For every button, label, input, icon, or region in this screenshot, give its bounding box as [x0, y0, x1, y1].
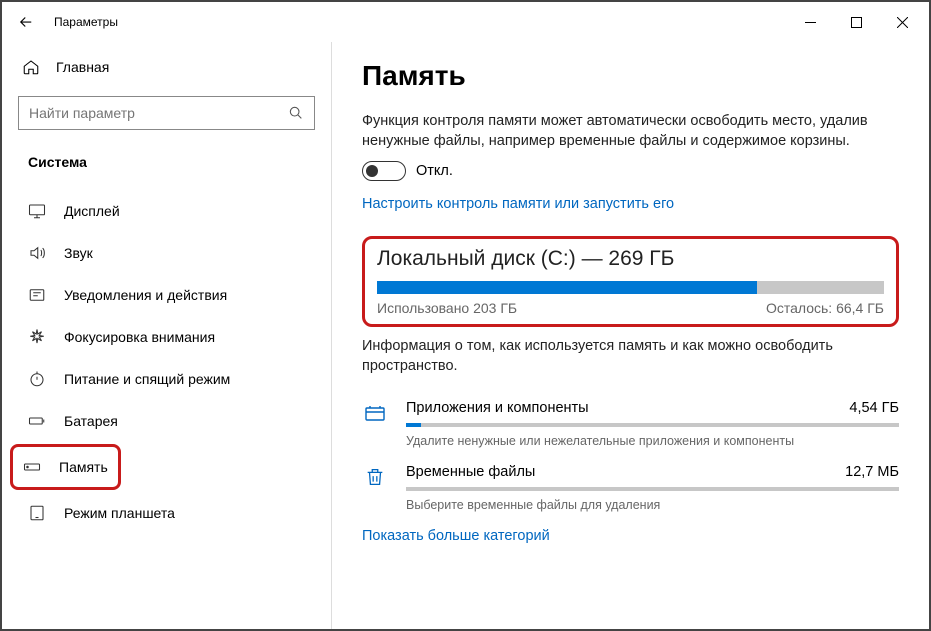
- section-title: Система: [10, 148, 323, 190]
- disk-title: Локальный диск (C:) — 269 ГБ: [377, 247, 884, 271]
- category-bar: [406, 487, 899, 491]
- category-desc: Выберите временные файлы для удаления: [406, 498, 899, 512]
- sidebar-item-tablet[interactable]: Режим планшета: [10, 492, 323, 534]
- category-desc: Удалите ненужные или нежелательные прило…: [406, 434, 899, 448]
- home-label: Главная: [56, 59, 109, 75]
- category-name: Временные файлы: [406, 464, 535, 480]
- sidebar-item-label: Уведомления и действия: [64, 287, 227, 303]
- sidebar-highlight: Память: [10, 444, 121, 490]
- sidebar-item-label: Режим планшета: [64, 505, 175, 521]
- sidebar-item-battery[interactable]: Батарея: [10, 400, 323, 442]
- sound-icon: [28, 244, 46, 262]
- trash-icon: [362, 464, 388, 512]
- maximize-button[interactable]: [833, 6, 879, 38]
- sidebar-item-label: Звук: [64, 245, 93, 261]
- battery-icon: [28, 412, 46, 430]
- disk-usage-fill: [377, 281, 757, 294]
- sidebar-item-label: Питание и спящий режим: [64, 371, 230, 387]
- storage-sense-toggle[interactable]: [362, 161, 406, 181]
- disk-used-label: Использовано 203 ГБ: [377, 300, 517, 316]
- configure-link[interactable]: Настроить контроль памяти или запустить …: [362, 196, 674, 212]
- sidebar-item-notifications[interactable]: Уведомления и действия: [10, 274, 323, 316]
- category-apps[interactable]: Приложения и компоненты 4,54 ГБ Удалите …: [362, 394, 899, 458]
- category-size: 12,7 МБ: [845, 464, 899, 480]
- category-bar: [406, 423, 899, 427]
- focus-icon: [28, 328, 46, 346]
- sidebar-item-label: Фокусировка внимания: [64, 329, 215, 345]
- sidebar-item-display[interactable]: Дисплей: [10, 190, 323, 232]
- sidebar-item-label: Дисплей: [64, 203, 120, 219]
- window-title: Параметры: [54, 15, 118, 29]
- toggle-label: Откл.: [416, 163, 453, 179]
- sidebar-item-label: Батарея: [64, 413, 118, 429]
- sidebar-item-focus[interactable]: Фокусировка внимания: [10, 316, 323, 358]
- page-title: Память: [362, 60, 899, 92]
- sidebar-item-power[interactable]: Питание и спящий режим: [10, 358, 323, 400]
- home-nav[interactable]: Главная: [10, 50, 323, 84]
- disk-left-label: Осталось: 66,4 ГБ: [766, 300, 884, 316]
- tablet-icon: [28, 504, 46, 522]
- display-icon: [28, 202, 46, 220]
- sidebar-item-label[interactable]: Память: [59, 449, 108, 485]
- search-input[interactable]: [29, 105, 288, 121]
- notifications-icon: [28, 286, 46, 304]
- search-box[interactable]: [18, 96, 315, 130]
- more-categories-link[interactable]: Показать больше категорий: [362, 528, 550, 544]
- sidebar-item-sound[interactable]: Звук: [10, 232, 323, 274]
- storage-icon: [23, 458, 41, 476]
- category-temp[interactable]: Временные файлы 12,7 МБ Выберите временн…: [362, 458, 899, 522]
- storage-sense-description: Функция контроля памяти может автоматиче…: [362, 112, 882, 151]
- search-icon: [288, 105, 304, 121]
- apps-icon: [362, 400, 388, 448]
- category-name: Приложения и компоненты: [406, 400, 589, 416]
- back-button[interactable]: [6, 2, 46, 42]
- power-icon: [28, 370, 46, 388]
- storage-info-text: Информация о том, как используется памят…: [362, 337, 882, 376]
- category-size: 4,54 ГБ: [849, 400, 899, 416]
- disk-usage-bar: [377, 281, 884, 294]
- close-button[interactable]: [879, 6, 925, 38]
- disk-summary: Локальный диск (C:) — 269 ГБ Использован…: [362, 236, 899, 327]
- home-icon: [22, 58, 40, 76]
- minimize-button[interactable]: [787, 6, 833, 38]
